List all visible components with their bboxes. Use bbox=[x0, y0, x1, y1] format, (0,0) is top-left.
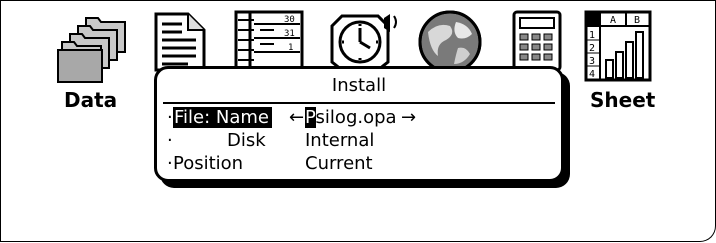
time-app-icon[interactable] bbox=[328, 10, 404, 72]
agenda-app-icon[interactable]: 30 31 1 bbox=[234, 10, 306, 72]
agenda-number: 30 bbox=[284, 15, 295, 25]
text-cursor: P bbox=[305, 107, 316, 128]
row-bullet: · bbox=[167, 107, 173, 128]
folders-icon bbox=[57, 17, 126, 83]
file-name-field[interactable]: Psilog.opa bbox=[305, 107, 397, 128]
file-name-row[interactable]: · File: Name ← Psilog.opa → bbox=[167, 107, 547, 129]
agenda-book-icon: 30 31 1 bbox=[234, 10, 304, 72]
sheet-row-header: 4 bbox=[589, 69, 595, 80]
position-value[interactable]: Current bbox=[305, 153, 373, 174]
word-app-icon[interactable] bbox=[152, 10, 212, 72]
sheet-row-header: 3 bbox=[589, 56, 595, 67]
row-bullet: · bbox=[167, 153, 173, 174]
install-dialog: Install · File: Name ← Psilog.opa → · Di… bbox=[154, 66, 564, 182]
clock-icon bbox=[330, 14, 397, 72]
document-icon bbox=[154, 12, 206, 72]
calculator-icon bbox=[512, 10, 562, 72]
agenda-number: 1 bbox=[288, 43, 293, 53]
dialog-title: Install bbox=[331, 75, 387, 96]
agenda-number: 31 bbox=[284, 29, 295, 39]
data-app-label: Data bbox=[64, 88, 118, 112]
spreadsheet-icon: A B 1 2 3 4 bbox=[584, 10, 652, 82]
file-name-value: silog.opa bbox=[315, 107, 397, 128]
disk-label: Disk bbox=[227, 130, 266, 151]
sheet-app-icon[interactable]: A B 1 2 3 4 bbox=[584, 10, 654, 82]
sheet-app-label: Sheet bbox=[590, 88, 656, 112]
data-app-icon[interactable] bbox=[52, 14, 132, 88]
disk-value[interactable]: Internal bbox=[305, 130, 374, 151]
dialog-title-divider bbox=[163, 102, 555, 104]
sheet-row-header: 1 bbox=[589, 30, 595, 41]
screen-top-border bbox=[0, 0, 716, 1]
file-name-label: File: Name bbox=[173, 107, 273, 128]
world-app-icon[interactable] bbox=[412, 8, 488, 74]
position-label: Position bbox=[173, 153, 244, 174]
sheet-column-header: A bbox=[610, 15, 616, 26]
disk-row[interactable]: · Disk Internal bbox=[167, 130, 547, 152]
position-row[interactable]: · Position Current bbox=[167, 153, 547, 175]
calc-app-icon[interactable] bbox=[512, 10, 562, 72]
sheet-column-header: B bbox=[634, 15, 640, 26]
globe-icon bbox=[418, 10, 482, 74]
sheet-row-header: 2 bbox=[589, 43, 595, 54]
row-bullet: · bbox=[167, 130, 173, 151]
file-name-right-arrow[interactable]: → bbox=[401, 107, 416, 128]
file-name-left-arrow[interactable]: ← bbox=[289, 107, 304, 128]
